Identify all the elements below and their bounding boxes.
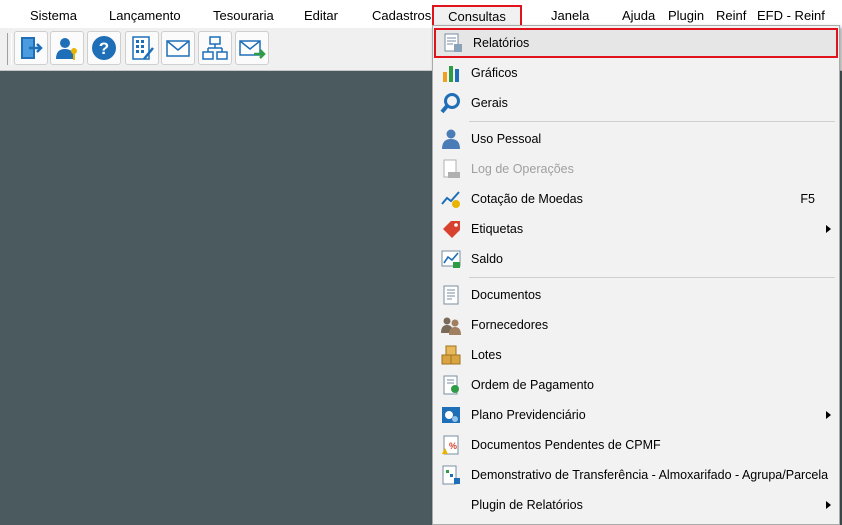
- send-mail-button[interactable]: [235, 31, 269, 65]
- menu-item-label: Demonstrativo de Transferência - Almoxar…: [471, 468, 829, 482]
- exit-door-icon: [21, 37, 43, 59]
- menu-item-saldo[interactable]: Saldo: [433, 244, 839, 274]
- pension-plan-icon: [442, 407, 460, 423]
- network-button[interactable]: [198, 31, 232, 65]
- menu-lancamento[interactable]: Lançamento: [109, 4, 181, 28]
- log-icon: [443, 159, 460, 178]
- menu-item-label: Ordem de Pagamento: [471, 378, 594, 392]
- menu-item-plano-previdenciario[interactable]: Plano Previdenciário: [433, 400, 839, 430]
- menu-item-label: Gráficos: [471, 66, 518, 80]
- svg-text:?: ?: [99, 39, 109, 58]
- menu-tesouraria[interactable]: Tesouraria: [213, 4, 274, 28]
- toolbar-grip[interactable]: [7, 33, 12, 65]
- menu-item-plugin-relatorios[interactable]: Plugin de Relatórios: [433, 490, 839, 520]
- mail-button[interactable]: [161, 31, 195, 65]
- price-tag-icon: [443, 221, 460, 238]
- boxes-icon: [441, 345, 461, 365]
- menu-item-relatorios[interactable]: Relatórios: [434, 28, 838, 58]
- menu-item-label: Plano Previdenciário: [471, 408, 586, 422]
- menu-item-shortcut: F5: [800, 192, 815, 206]
- suppliers-icon: [441, 317, 461, 335]
- pending-docs-icon: %: [442, 435, 459, 455]
- calculator-button[interactable]: [125, 31, 159, 65]
- menu-item-label: Fornecedores: [471, 318, 549, 332]
- payment-order-icon: [443, 375, 459, 395]
- menu-item-uso-pessoal[interactable]: Uso Pessoal: [433, 124, 839, 154]
- bar-chart-icon: [443, 66, 459, 82]
- person-icon: [442, 129, 460, 149]
- submenu-arrow-icon: [826, 225, 831, 233]
- menu-item-label: Plugin de Relatórios: [471, 498, 583, 512]
- menu-item-label: Etiquetas: [471, 222, 524, 236]
- balance-chart-icon: [441, 250, 461, 268]
- document-icon: [443, 285, 459, 305]
- menu-item-label: Documentos Pendentes de CPMF: [471, 438, 661, 452]
- menu-sistema[interactable]: Sistema: [30, 4, 77, 28]
- menu-item-fornecedores[interactable]: Fornecedores: [433, 310, 839, 340]
- help-button[interactable]: ?: [87, 31, 121, 65]
- submenu-arrow-icon: [826, 411, 831, 419]
- menu-item-demonstrativo-transferencia[interactable]: Demonstrativo de Transferência - Almoxar…: [433, 460, 839, 490]
- menu-item-log-operacoes[interactable]: Log de Operações: [433, 154, 839, 184]
- consultas-dropdown-menu: Relatórios Gráficos Gerais Uso Pessoal L…: [432, 25, 840, 525]
- user-key-icon: [56, 38, 77, 60]
- magnifier-icon: [440, 93, 460, 114]
- menu-item-graficos[interactable]: Gráficos: [433, 58, 839, 88]
- calculator-document-icon: [132, 36, 154, 60]
- submenu-arrow-icon: [826, 501, 831, 509]
- help-icon: ?: [92, 36, 116, 60]
- menu-editar[interactable]: Editar: [304, 4, 338, 28]
- menu-item-ordem-pagamento[interactable]: Ordem de Pagamento: [433, 370, 839, 400]
- menu-item-label: Documentos: [471, 288, 542, 302]
- menu-item-label: Cotação de Moedas: [471, 192, 583, 206]
- menu-separator: [469, 121, 835, 122]
- menu-item-label: Relatórios: [473, 36, 530, 50]
- menu-item-label: Lotes: [471, 348, 502, 362]
- menu-item-etiquetas[interactable]: Etiquetas: [433, 214, 839, 244]
- menu-item-lotes[interactable]: Lotes: [433, 340, 839, 370]
- send-mail-icon: [239, 40, 266, 59]
- menu-separator: [469, 277, 835, 278]
- menu-item-cotacao-moedas[interactable]: Cotação de Moedas F5: [433, 184, 839, 214]
- menu-item-documentos[interactable]: Documentos: [433, 280, 839, 310]
- menu-item-documentos-pendentes-cpmf[interactable]: % Documentos Pendentes de CPMF: [433, 430, 839, 460]
- menu-item-label: Gerais: [471, 96, 508, 110]
- exit-button[interactable]: [14, 31, 48, 65]
- menu-item-gerais[interactable]: Gerais: [433, 88, 839, 118]
- report-icon: [444, 33, 462, 52]
- menu-cadastros[interactable]: Cadastros: [372, 4, 431, 28]
- transfer-statement-icon: [442, 465, 460, 485]
- menu-item-label: Uso Pessoal: [471, 132, 542, 146]
- menu-item-label: Log de Operações: [471, 162, 574, 176]
- svg-text:%: %: [449, 441, 457, 451]
- network-icon: [202, 36, 228, 60]
- menu-item-label: Saldo: [471, 252, 503, 266]
- currency-chart-icon: [441, 191, 460, 208]
- envelope-icon: [166, 40, 190, 57]
- user-key-button[interactable]: [50, 31, 84, 65]
